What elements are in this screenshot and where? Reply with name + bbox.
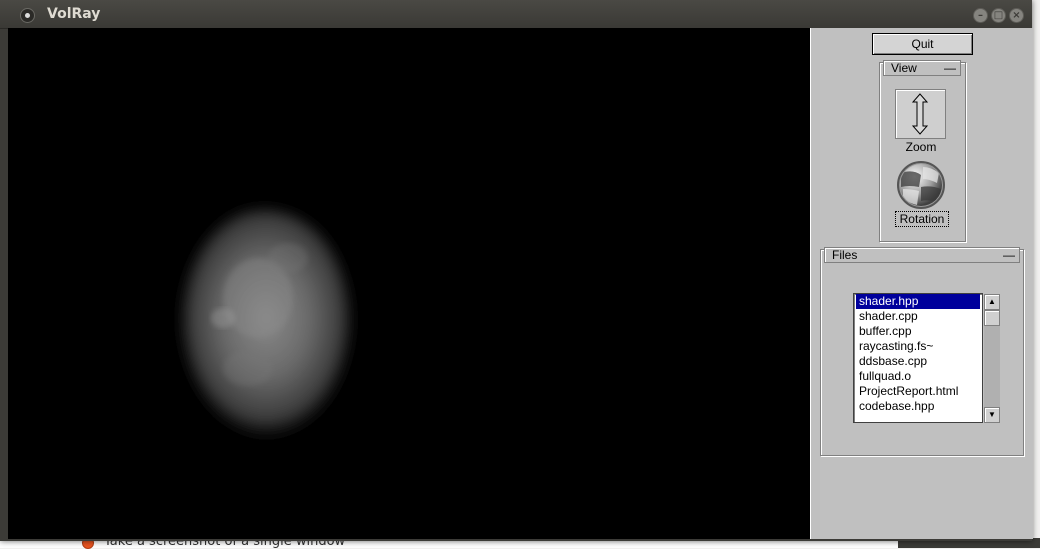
file-list-item[interactable]: raycasting.fs~ (856, 339, 980, 354)
volray-window: VolRay – □ × Quit View — Zoom Rotation F… (0, 0, 1033, 541)
rotation-ball-icon (900, 164, 942, 206)
zoom-arrows-icon (911, 93, 929, 135)
close-icon[interactable]: × (1009, 8, 1024, 23)
file-list[interactable]: shader.hpp shader.cpp buffer.cpp raycast… (853, 293, 983, 423)
app-icon (20, 8, 35, 23)
view-group-header[interactable]: View — (883, 60, 961, 76)
file-list-item[interactable]: shader.hpp (855, 294, 981, 310)
file-list-item[interactable]: buffer.cpp (856, 324, 980, 339)
file-list-item[interactable]: codebase.hpp (856, 399, 980, 414)
minimize-icon[interactable]: – (973, 8, 988, 23)
files-group-header[interactable]: Files — (824, 247, 1020, 263)
file-list-scrollbar[interactable]: ▲ ▼ (984, 294, 1000, 423)
file-list-item[interactable]: ddsbase.cpp (856, 354, 980, 369)
quit-button[interactable]: Quit (872, 33, 973, 55)
files-collapse-icon[interactable]: — (1003, 248, 1015, 262)
title-bar[interactable]: VolRay – □ × (0, 0, 1032, 29)
control-panel: Quit View — Zoom Rotation Files — shader… (810, 28, 1033, 539)
file-list-item[interactable]: shader.cpp (856, 309, 980, 324)
view-collapse-icon[interactable]: — (944, 61, 956, 75)
render-viewport[interactable] (8, 28, 810, 539)
scroll-down-icon[interactable]: ▼ (984, 407, 1000, 423)
file-list-item[interactable]: ProjectReport.html (856, 384, 980, 399)
view-group-title: View (891, 61, 917, 75)
rotation-label: Rotation (895, 211, 949, 227)
rotation-control[interactable] (897, 161, 945, 209)
window-title: VolRay (47, 6, 101, 22)
zoom-control[interactable] (895, 89, 946, 139)
maximize-icon[interactable]: □ (991, 8, 1006, 23)
scroll-up-icon[interactable]: ▲ (984, 294, 1000, 310)
file-list-item[interactable]: fullquad.o (856, 369, 980, 384)
zoom-label: Zoom (905, 140, 937, 154)
scroll-thumb[interactable] (984, 310, 1000, 326)
volume-render-image (179, 208, 353, 438)
files-group-title: Files (832, 248, 858, 262)
